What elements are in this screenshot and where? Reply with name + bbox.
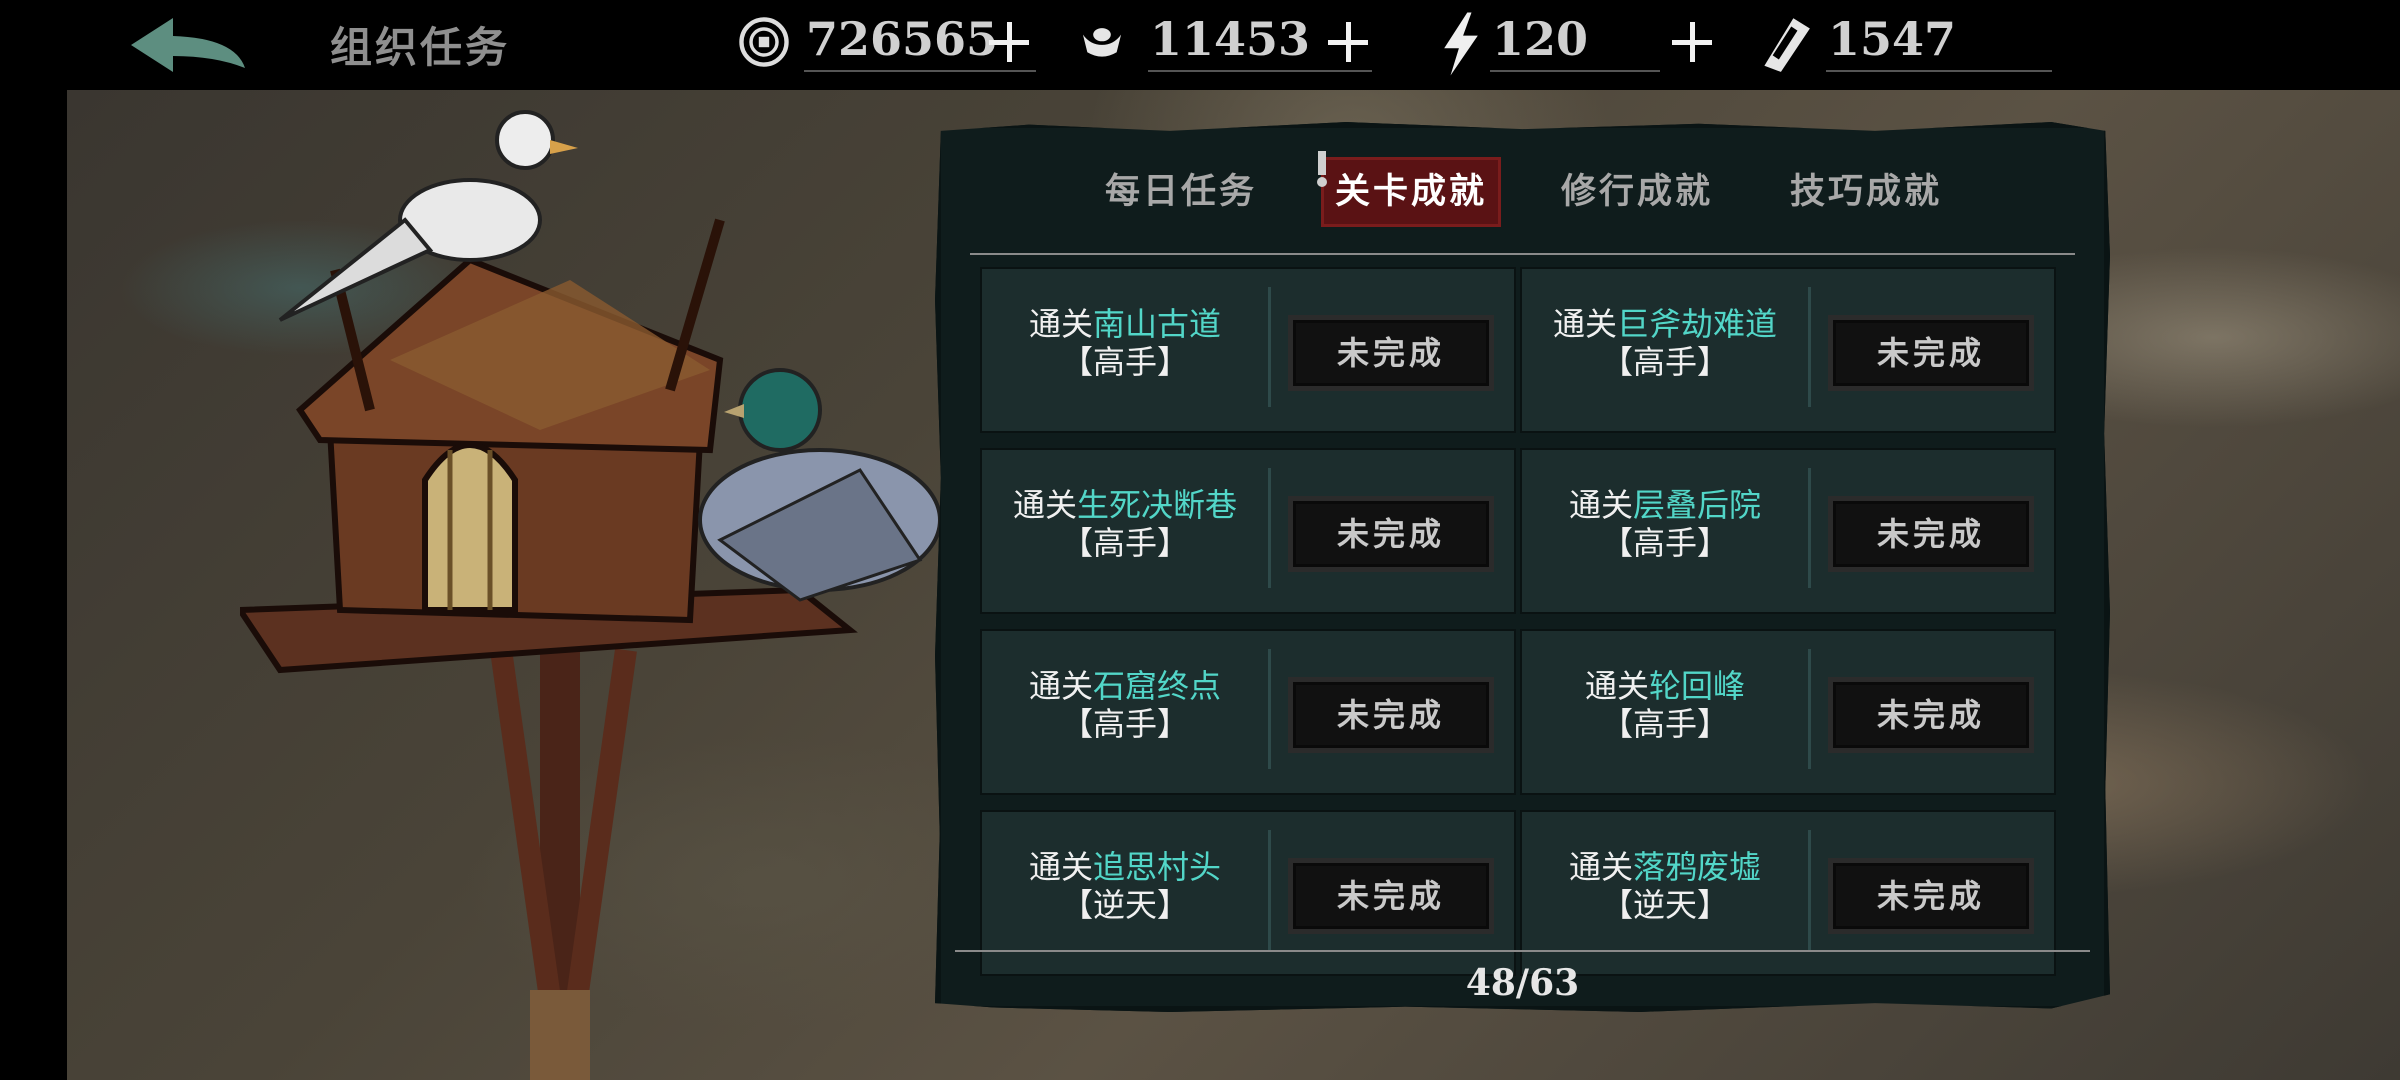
achievement-prefix: 通关 <box>1012 486 1077 524</box>
cell-separator <box>1268 287 1271 407</box>
achievement-prefix: 通关 <box>1028 305 1093 343</box>
ticket-underline <box>1826 70 2052 72</box>
cell-separator <box>1808 830 1811 950</box>
cell-separator <box>1808 649 1811 769</box>
achievement-item: 通关轮回峰 【高手】 未完成 <box>1520 629 2056 795</box>
achievement-difficulty: 【高手】 <box>1600 524 1729 562</box>
back-arrow-icon[interactable] <box>125 12 255 78</box>
resource-energy: 120 <box>1440 6 1660 76</box>
birdhouse-illustration <box>240 110 942 1080</box>
status-button[interactable]: 未完成 <box>1828 315 2034 391</box>
achievement-difficulty: 【逆天】 <box>1600 886 1729 924</box>
achievement-name: 通关层叠后院 【高手】 <box>1520 486 1810 562</box>
achievement-prefix: 通关 <box>1568 848 1633 886</box>
achievement-prefix: 通关 <box>1028 848 1093 886</box>
status-button[interactable]: 未完成 <box>1288 496 1494 572</box>
status-button[interactable]: 未完成 <box>1828 858 2034 934</box>
add-ingot-button[interactable] <box>1326 20 1370 64</box>
ingot-underline <box>1148 70 1372 72</box>
achievement-difficulty: 【高手】 <box>1600 705 1729 743</box>
cell-separator <box>1268 649 1271 769</box>
cell-separator <box>1268 468 1271 588</box>
cell-separator <box>1268 830 1271 950</box>
achievement-difficulty: 【高手】 <box>1060 343 1189 381</box>
status-button[interactable]: 未完成 <box>1288 858 1494 934</box>
tab-cultivation-achievements[interactable]: 修行成就 <box>1561 157 1713 227</box>
energy-underline <box>1490 70 1660 72</box>
achievement-prefix: 通关 <box>1568 486 1633 524</box>
status-button[interactable]: 未完成 <box>1828 496 2034 572</box>
coin-value: 726565 <box>806 12 999 66</box>
ingot-value: 11453 <box>1150 12 1311 66</box>
status-button[interactable]: 未完成 <box>1288 677 1494 753</box>
achievement-item: 通关层叠后院 【高手】 未完成 <box>1520 448 2056 614</box>
achievement-name: 通关追思村头 【逆天】 <box>980 848 1270 924</box>
achievement-prefix: 通关 <box>1552 305 1617 343</box>
achievement-place: 轮回峰 <box>1649 667 1746 705</box>
tab-skill-achievements[interactable]: 技巧成就 <box>1790 157 1942 227</box>
achievement-difficulty: 【逆天】 <box>1060 886 1189 924</box>
achievement-place: 生死决断巷 <box>1077 486 1238 524</box>
top-bar: 组织任务 726565 11453 120 1547 <box>0 0 2400 90</box>
achievement-name: 通关轮回峰 【高手】 <box>1520 667 1810 743</box>
add-energy-button[interactable] <box>1670 20 1714 64</box>
achievement-place: 层叠后院 <box>1633 486 1762 524</box>
achievement-place: 落鸦废墟 <box>1633 848 1762 886</box>
achievement-name: 通关石窟终点 【高手】 <box>980 667 1270 743</box>
achievement-item: 通关石窟终点 【高手】 未完成 <box>980 629 1516 795</box>
achievement-place: 追思村头 <box>1093 848 1222 886</box>
ticket-value: 1547 <box>1828 12 1957 66</box>
top-divider <box>970 253 2075 255</box>
achievement-name: 通关南山古道 【高手】 <box>980 305 1270 381</box>
status-button[interactable]: 未完成 <box>1828 677 2034 753</box>
bottom-divider <box>955 950 2090 952</box>
page-title: 组织任务 <box>330 23 511 72</box>
achievement-difficulty: 【高手】 <box>1060 705 1189 743</box>
achievement-place: 石窟终点 <box>1093 667 1222 705</box>
achievement-name: 通关生死决断巷 【高手】 <box>980 486 1270 562</box>
achievement-name: 通关巨斧劫难道 【高手】 <box>1520 305 1810 381</box>
achievement-item: 通关生死决断巷 【高手】 未完成 <box>980 448 1516 614</box>
achievement-item: 通关巨斧劫难道 【高手】 未完成 <box>1520 267 2056 433</box>
coin-icon <box>739 17 789 67</box>
achievement-place: 巨斧劫难道 <box>1617 305 1778 343</box>
achievement-place: 南山古道 <box>1093 305 1222 343</box>
add-coin-button[interactable] <box>987 20 1031 64</box>
achievement-panel: 每日任务 关卡成就 修行成就 技巧成就 通关南山古道 【高手】 未完成 通关巨斧劫… <box>935 122 2110 1012</box>
tab-bar: 每日任务 关卡成就 修行成就 技巧成就 <box>935 151 2110 227</box>
status-button[interactable]: 未完成 <box>1288 315 1494 391</box>
tab-stage-achievements[interactable]: 关卡成就 <box>1321 157 1502 227</box>
ingot-icon <box>1082 28 1122 57</box>
lightning-icon <box>1444 12 1478 76</box>
achievement-prefix: 通关 <box>1584 667 1649 705</box>
cell-separator <box>1808 468 1811 588</box>
energy-value: 120 <box>1492 12 1589 66</box>
progress-counter: 48/63 <box>1465 962 1580 1004</box>
achievement-item: 通关南山古道 【高手】 未完成 <box>980 267 1516 433</box>
achievement-difficulty: 【高手】 <box>1060 524 1189 562</box>
achievement-prefix: 通关 <box>1028 667 1093 705</box>
achievement-name: 通关落鸦废墟 【逆天】 <box>1520 848 1810 924</box>
achievement-difficulty: 【高手】 <box>1600 343 1729 381</box>
resource-ticket: 1547 <box>1752 6 2052 72</box>
tab-daily-tasks[interactable]: 每日任务 <box>1105 157 1257 227</box>
ticket-icon <box>1764 18 1810 72</box>
cell-separator <box>1808 287 1811 407</box>
exclamation-icon <box>1317 151 1327 187</box>
coin-underline <box>804 70 1036 72</box>
